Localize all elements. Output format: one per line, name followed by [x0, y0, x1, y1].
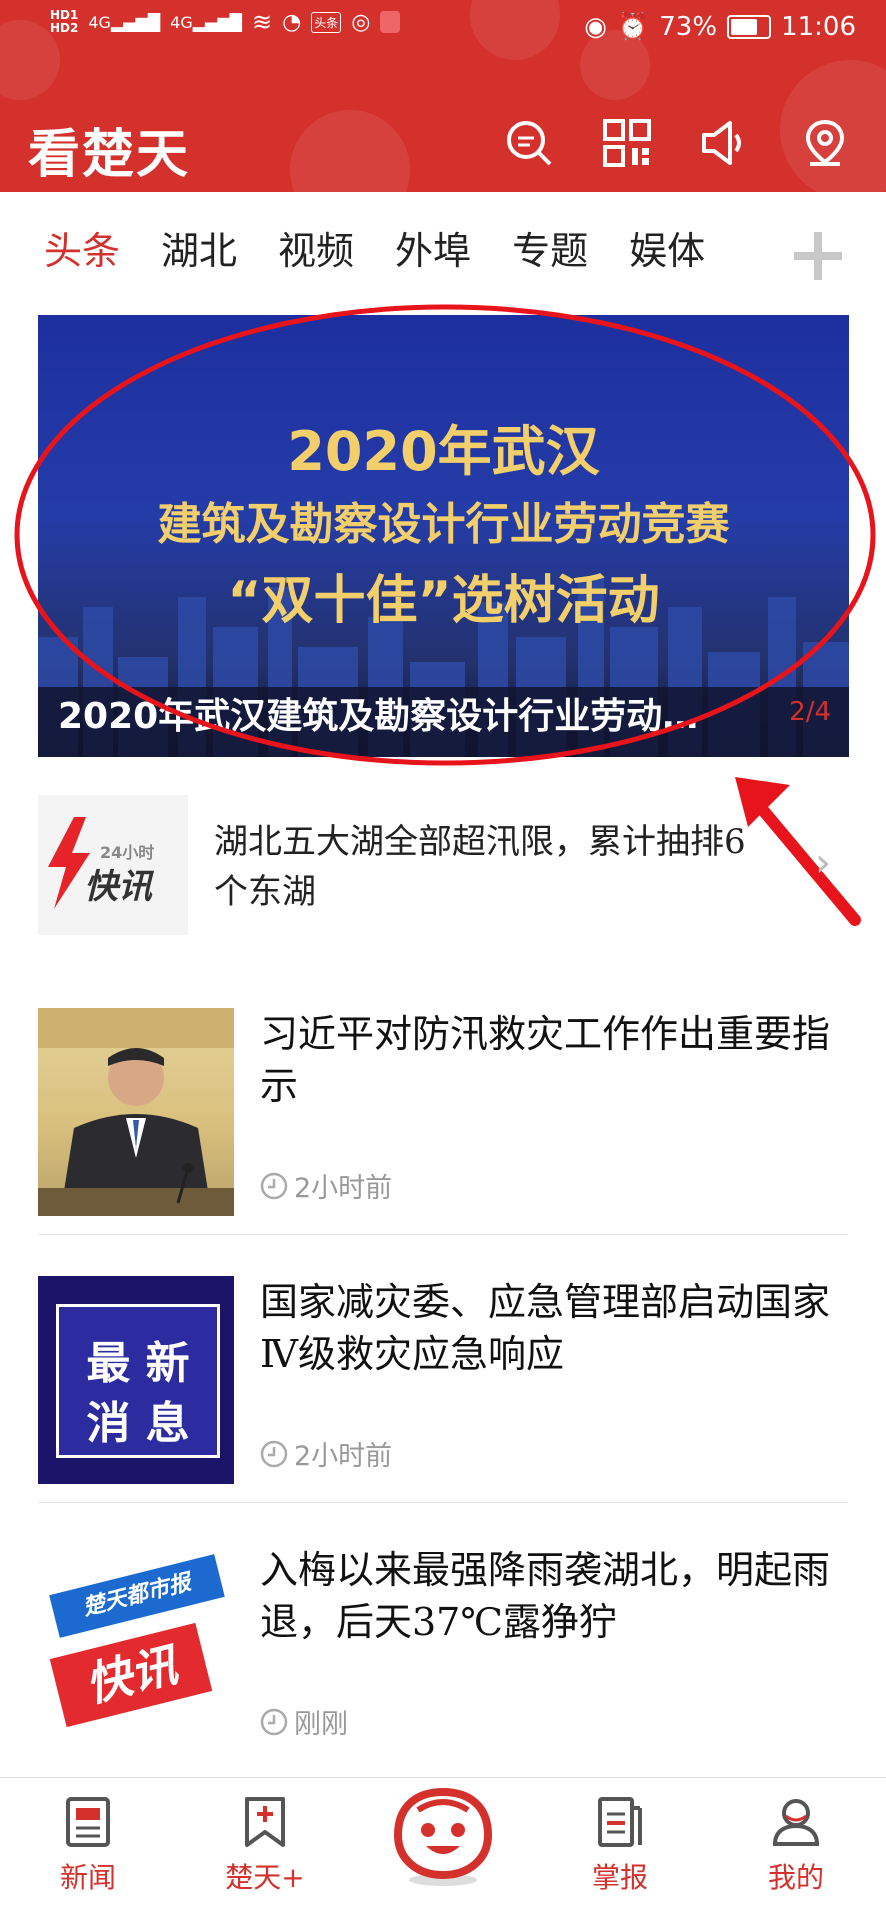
banner-tagline: “双十佳”选树活动	[227, 571, 660, 631]
alarm-icon: ⏰	[616, 12, 650, 42]
app-badge: 头条	[311, 11, 342, 33]
news-time: 2小时前	[260, 1166, 392, 1205]
radio-icon: ◎	[351, 9, 371, 35]
news-title: 入梅以来最强降雨袭湖北，明起雨退，后天37℃露狰狞	[260, 1548, 831, 1644]
nav-news-label: 新闻	[59, 1861, 116, 1894]
flash-logo: 24小时 快讯	[38, 795, 188, 935]
speaker-icon[interactable]	[700, 118, 750, 168]
banner-headline: 2020年武汉	[287, 420, 600, 483]
nav-center-mascot[interactable]	[383, 1780, 503, 1890]
eye-icon: ◉	[584, 12, 607, 42]
app-logo: 看楚天	[28, 124, 191, 185]
flash-banner: 快讯	[49, 1622, 213, 1728]
news-thumbnail	[38, 1008, 234, 1216]
status-bar: HD1 HD2 4G▂▄▆█ 4G▂▄▆█ ≋ ◔ 头条 ◎ ◉ ⏰ 73% 1…	[0, 0, 886, 60]
bookmark-plus-icon	[245, 1797, 285, 1847]
add-tab-icon[interactable]	[790, 228, 846, 284]
hd-indicator: HD1 HD2	[50, 8, 79, 35]
chevron-right-icon[interactable]: ›	[815, 840, 831, 886]
nav-chutian-plus-label: 楚天+	[225, 1861, 305, 1894]
tab-headlines[interactable]: 头条	[44, 220, 120, 275]
signal-icon: 4G▂▄▆█	[170, 12, 242, 32]
category-tabs: 头条 湖北 视频 外埠 专题 娱体	[44, 220, 705, 275]
search-icon[interactable]	[504, 118, 554, 168]
flash-news[interactable]: 24小时 快讯 湖北五大湖全部超汛限，累计抽排6个东湖	[38, 795, 848, 945]
signal-icon: 4G▂▄▆█	[88, 12, 161, 32]
news-thumbnail: 最 新 消 息	[38, 1276, 234, 1484]
news-time: 刚刚	[260, 1702, 348, 1741]
app-icon	[380, 11, 401, 33]
battery-icon	[727, 15, 772, 39]
app-header: HD1 HD2 4G▂▄▆█ 4G▂▄▆█ ≋ ◔ 头条 ◎ ◉ ⏰ 73% 1…	[0, 0, 886, 192]
newspaper-banner: 楚天都市报	[49, 1554, 225, 1638]
tab-hubei[interactable]: 湖北	[161, 220, 237, 275]
tab-other-cities[interactable]: 外埠	[395, 220, 471, 275]
decor-bubble	[290, 110, 410, 192]
news-title: 国家减灾委、应急管理部启动国家Ⅳ级救灾应急响应	[260, 1280, 831, 1376]
flash-logo-big: 快讯	[84, 867, 152, 907]
divider	[38, 1502, 848, 1503]
news-item[interactable]: 习近平对防汛救灾工作作出重要指示 2小时前	[38, 1008, 848, 1216]
tab-topics[interactable]: 专题	[512, 220, 588, 275]
banner-caption: 2020年武汉建筑及勘察设计行业劳动…	[58, 696, 699, 737]
banner-page-indicator: 2/4	[789, 697, 831, 727]
epaper-icon	[598, 1797, 642, 1847]
news-time: 2小时前	[260, 1434, 392, 1473]
bottom-nav: 新闻 楚天+ 掌报 我的	[0, 1777, 886, 1921]
tab-entertainment-sports[interactable]: 娱体	[629, 220, 705, 275]
latest-news-badge: 最 新 消 息	[56, 1304, 220, 1458]
news-thumbnail: 楚天都市报 快讯	[38, 1544, 234, 1752]
news-item[interactable]: 楚天都市报 快讯 入梅以来最强降雨袭湖北，明起雨退，后天37℃露狰狞 刚刚	[38, 1544, 848, 1752]
banner-subheadline: 建筑及勘察设计行业劳动竞赛	[157, 499, 730, 550]
mascot-icon	[393, 1787, 493, 1886]
tab-video[interactable]: 视频	[278, 220, 354, 275]
nav-news[interactable]: 新闻	[28, 1796, 148, 1896]
qr-scan-icon[interactable]	[602, 118, 652, 168]
nav-chutian-plus[interactable]: 楚天+	[205, 1796, 325, 1896]
nav-epaper-label: 掌报	[591, 1861, 648, 1894]
wechat-icon: ◔	[282, 9, 302, 35]
clock-icon	[260, 1172, 288, 1199]
nav-epaper[interactable]: 掌报	[560, 1796, 680, 1896]
person-photo-icon	[38, 1008, 234, 1216]
clock-time: 11:06	[781, 12, 856, 42]
wifi-icon: ≋	[251, 8, 273, 36]
news-title: 习近平对防汛救灾工作作出重要指示	[260, 1012, 831, 1108]
nav-profile[interactable]: 我的	[736, 1796, 856, 1896]
user-icon	[772, 1799, 820, 1846]
clock-icon	[260, 1440, 288, 1467]
location-icon[interactable]	[800, 118, 850, 168]
clock-icon	[260, 1708, 288, 1735]
flash-news-text: 湖北五大湖全部超汛限，累计抽排6个东湖	[214, 822, 746, 912]
news-item[interactable]: 最 新 消 息 国家减灾委、应急管理部启动国家Ⅳ级救灾应急响应 2小时前	[38, 1276, 848, 1484]
newspaper-icon	[66, 1797, 110, 1847]
nav-profile-label: 我的	[767, 1861, 824, 1894]
battery-level: 73%	[659, 12, 718, 42]
divider	[38, 1234, 848, 1235]
banner-carousel[interactable]: 2020年武汉 建筑及勘察设计行业劳动竞赛 “双十佳”选树活动 2020年武汉建…	[38, 315, 849, 757]
